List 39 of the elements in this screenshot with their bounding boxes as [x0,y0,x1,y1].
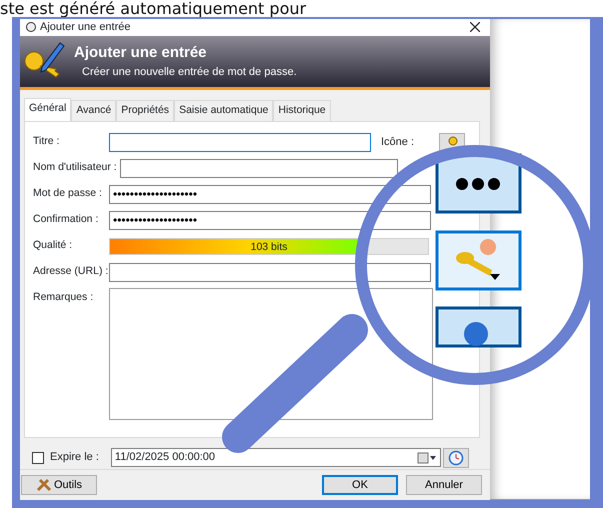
dialog-button[interactable]: Annuler [406,475,482,495]
key-generator-button[interactable] [436,230,522,290]
checkbox[interactable] [32,452,44,464]
quality-reading: 103 bits [250,240,288,255]
tab[interactable]: Historique [273,100,331,122]
window-title: Ajouter une entrée [40,20,131,35]
input-field[interactable] [109,262,431,282]
info-button[interactable] [436,306,522,348]
field-label: Titre : [33,134,60,150]
input-field[interactable] [120,158,398,178]
close-icon[interactable] [470,22,480,32]
tab[interactable]: Général [24,98,72,122]
tab[interactable]: Propriétés [116,100,174,122]
tools-icon [36,478,52,492]
field-label: Nom d'utilisateur : [33,160,118,176]
input-field[interactable]: •••••••••••••••••••• [109,210,431,230]
input-field[interactable]: •••••••••••••••••••• [109,184,431,204]
field-label: Mot de passe : [33,186,103,202]
field-label: Confirmation : [33,212,100,228]
field-label: Qualité : [33,238,74,254]
tab[interactable]: Avancé [71,100,116,122]
banner-title: Ajouter une entrée [74,42,208,63]
expiry-label: Expire le : [50,450,99,466]
banner-subtitle: Créer une nouvelle entrée de mot de passe. [82,65,297,80]
input-field[interactable] [109,132,371,152]
background-text: ste est généré automatiquement pour [0,0,306,17]
tools-button[interactable]: Outils [21,475,97,495]
key-icon [446,136,458,148]
clock-button[interactable] [442,448,469,468]
icon-label: Icône : [381,134,414,150]
tab[interactable]: Saisie automatique [174,100,274,122]
field-label: Remarques : [33,290,94,306]
date-field[interactable]: 11/02/2025 00:00:00 [110,448,441,468]
field-label: Adresse (URL) : [33,264,109,280]
dots-button[interactable] [436,154,522,214]
app-icon [26,22,36,32]
date-value: 11/02/2025 00:00:00 [114,450,216,466]
calendar-dropdown-icon[interactable] [416,452,437,464]
dialog-button[interactable]: OK [322,475,398,495]
